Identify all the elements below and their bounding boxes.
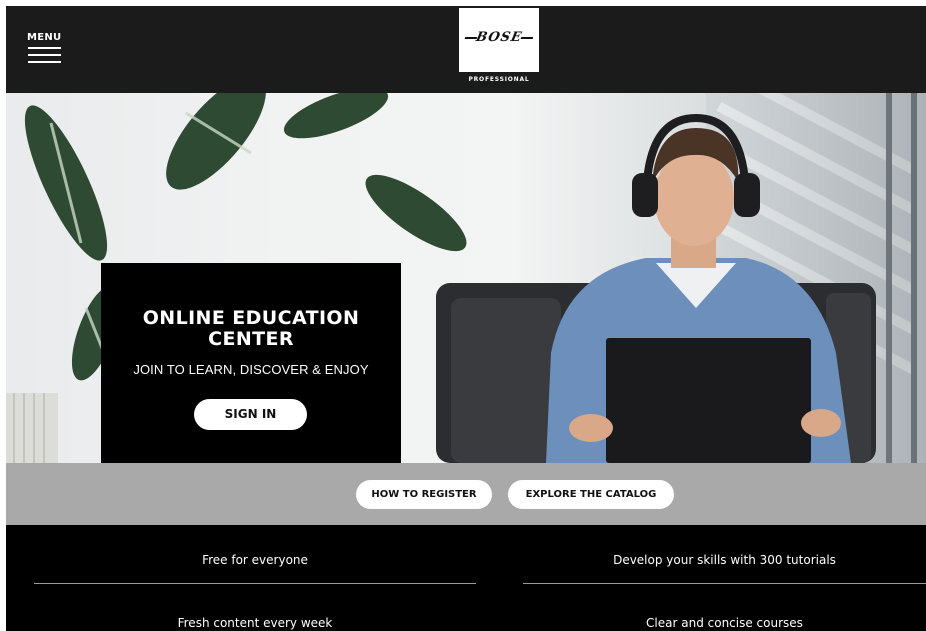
promo-title: ONLINE EDUCATION CENTER: [101, 308, 401, 350]
bose-professional-logo[interactable]: BOSE PROFESSIONAL: [458, 8, 540, 90]
menu-button[interactable]: MENU: [27, 32, 67, 68]
site-header: MENU BOSE PROFESSIONAL: [6, 6, 926, 93]
how-to-register-button[interactable]: HOW TO REGISTER: [356, 480, 492, 509]
logo-subtitle: PROFESSIONAL: [468, 76, 530, 83]
menu-label: MENU: [27, 32, 62, 43]
promo-subtitle: JOIN TO LEARN, DISCOVER & ENJOY: [133, 362, 369, 377]
explore-catalog-button[interactable]: EXPLORE THE CATALOG: [508, 480, 674, 509]
feature-item: Fresh content every week: [177, 616, 333, 630]
action-band: HOW TO REGISTER EXPLORE THE CATALOG: [6, 463, 926, 525]
feature-item: Clear and concise courses: [646, 616, 803, 630]
sign-in-button[interactable]: SIGN IN: [194, 399, 307, 430]
hero-section: ONLINE EDUCATION CENTER JOIN TO LEARN, D…: [6, 93, 926, 463]
divider: [523, 583, 926, 584]
logo-box: BOSE: [459, 8, 539, 72]
education-promo-card: ONLINE EDUCATION CENTER JOIN TO LEARN, D…: [101, 263, 401, 463]
features-section: Free for everyone Develop your skills wi…: [6, 525, 926, 631]
hamburger-icon: [28, 47, 61, 68]
logo-wordmark: BOSE: [457, 30, 540, 45]
page-frame: MENU BOSE PROFESSIONAL ONLINE EDUCATION …: [6, 6, 926, 631]
feature-item: Develop your skills with 300 tutorials: [613, 553, 836, 567]
promo-title-line2: CENTER: [208, 328, 294, 350]
divider: [34, 583, 476, 584]
feature-item: Free for everyone: [202, 553, 308, 567]
promo-title-line1: ONLINE EDUCATION: [142, 307, 360, 329]
